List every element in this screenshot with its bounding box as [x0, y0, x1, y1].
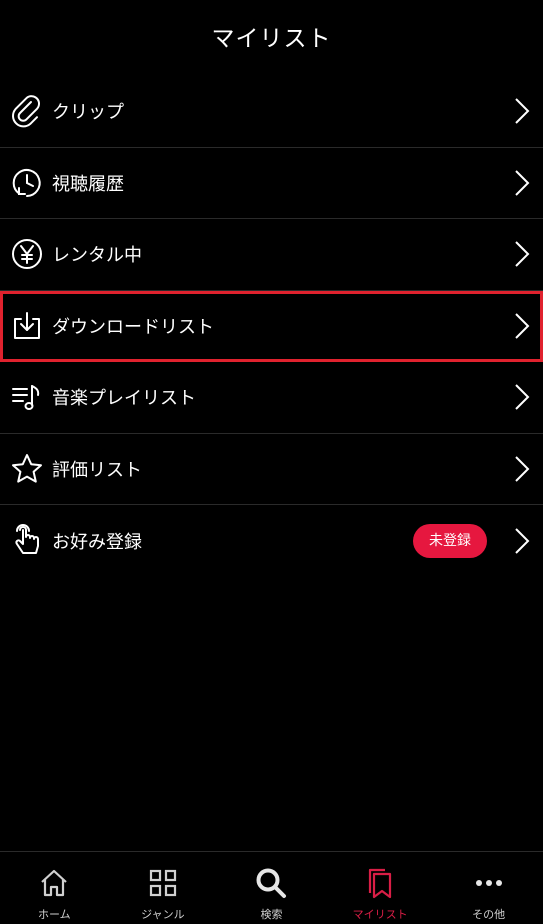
tab-other[interactable]: その他	[434, 852, 543, 924]
tap-hand-icon	[10, 523, 44, 558]
menu-item-ratings[interactable]: 評価リスト	[0, 434, 543, 505]
tab-mylist[interactable]: マイリスト	[326, 852, 435, 924]
unregistered-badge: 未登録	[413, 523, 487, 558]
menu-item-label: ダウンロードリスト	[52, 316, 214, 338]
menu-item-label: クリップ	[52, 102, 124, 124]
more-dots-icon	[472, 866, 506, 900]
menu-item-label: レンタル中	[52, 245, 142, 267]
menu-item-label: 評価リスト	[52, 459, 142, 481]
page-title: マイリスト	[211, 26, 332, 52]
paperclip-icon	[10, 94, 44, 128]
chevron-right-icon	[511, 168, 533, 198]
menu-item-clip[interactable]: クリップ	[0, 76, 543, 148]
download-icon	[10, 309, 44, 343]
chevron-right-icon	[511, 239, 533, 269]
tab-label: ホーム	[37, 908, 71, 921]
mylist-menu: クリップ 視聴履歴 レンタル中 ダウンロードリスト 音楽プレイリスト 評価リスト…	[0, 76, 543, 577]
app-header: マイリスト	[0, 0, 543, 72]
tab-label: その他	[472, 908, 506, 921]
tab-label: ジャンル	[141, 908, 185, 921]
star-icon	[10, 452, 44, 486]
menu-item-label: 音楽プレイリスト	[52, 388, 196, 410]
menu-item-history[interactable]: 視聴履歴	[0, 148, 543, 219]
menu-item-rental[interactable]: レンタル中	[0, 219, 543, 291]
search-icon	[254, 866, 288, 900]
history-clock-icon	[10, 166, 44, 200]
bottom-tab-bar: ホーム ジャンル 検索 マイリスト その他	[0, 851, 543, 924]
yen-circle-icon	[10, 237, 44, 271]
menu-item-label: 視聴履歴	[52, 173, 124, 195]
tab-label: マイリスト	[352, 908, 408, 921]
menu-item-label: お好み登録	[52, 531, 142, 553]
mylist-icon	[363, 866, 397, 900]
tab-home[interactable]: ホーム	[0, 852, 109, 924]
menu-item-music-playlist[interactable]: 音楽プレイリスト	[0, 362, 543, 434]
music-playlist-icon	[10, 380, 44, 414]
grid-icon	[146, 866, 180, 900]
menu-item-download-list[interactable]: ダウンロードリスト	[0, 290, 543, 362]
chevron-right-icon	[511, 96, 533, 126]
chevron-right-icon	[511, 526, 533, 556]
chevron-right-icon	[511, 454, 533, 484]
tab-genre[interactable]: ジャンル	[109, 852, 218, 924]
tab-label: 検索	[260, 908, 283, 921]
tab-search[interactable]: 検索	[217, 852, 326, 924]
home-icon	[37, 866, 71, 900]
chevron-right-icon	[511, 382, 533, 412]
menu-item-preferences[interactable]: お好み登録 未登録	[0, 505, 543, 577]
chevron-right-icon	[511, 311, 533, 341]
